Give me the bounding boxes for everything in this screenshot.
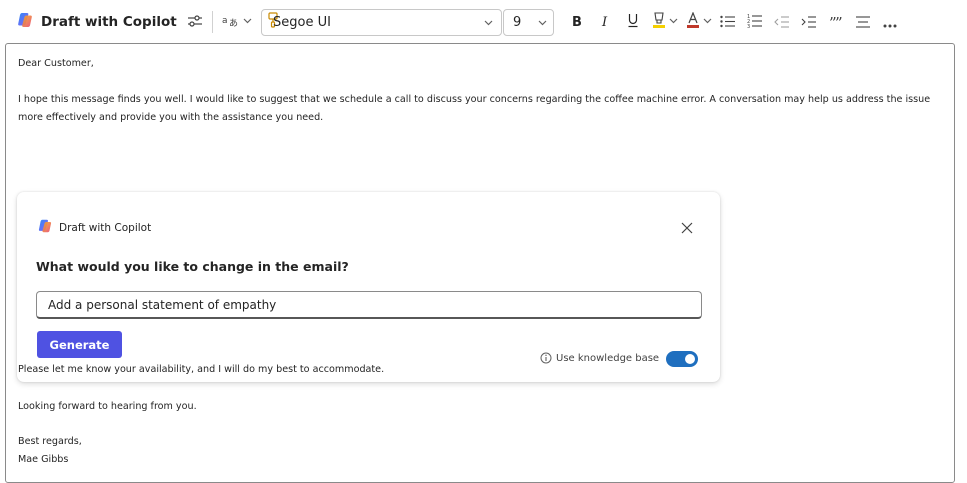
adjust-icon — [187, 13, 203, 32]
underline-icon — [627, 13, 639, 32]
draft-with-copilot-button[interactable]: Draft with Copilot — [16, 7, 177, 37]
increase-indent-icon — [801, 13, 817, 32]
highlight-button[interactable] — [652, 8, 678, 36]
svg-text:あ: あ — [229, 18, 238, 28]
close-card-button[interactable] — [681, 219, 693, 238]
email-editor[interactable]: Dear Customer, I hope this message finds… — [5, 43, 955, 483]
chevron-down-icon — [243, 17, 252, 27]
align-icon — [855, 13, 871, 32]
align-button[interactable] — [854, 8, 872, 36]
knowledge-base-toggle-row: Use knowledge base — [540, 349, 699, 368]
more-options-button[interactable] — [881, 8, 899, 36]
copilot-button-label: Draft with Copilot — [41, 14, 177, 30]
bullet-list-button[interactable] — [719, 8, 737, 36]
font-size-value: 9 — [513, 15, 522, 30]
formatting-toolbar: Draft with Copilot aあ Segoe UI 9 B I 1 2… — [0, 0, 967, 44]
font-color-icon — [686, 11, 700, 32]
svg-text:B: B — [572, 15, 582, 28]
copilot-logo-icon — [37, 218, 53, 238]
font-family-select[interactable]: Segoe UI — [261, 9, 502, 36]
numbered-list-icon: 123 — [747, 13, 763, 32]
bold-button[interactable]: B — [568, 8, 586, 36]
svg-text:3: 3 — [747, 24, 750, 28]
email-greeting: Dear Customer, — [18, 58, 94, 69]
email-body-paragraph-2: Please let me know your availability, an… — [18, 364, 385, 375]
copilot-card-header: Draft with Copilot — [37, 218, 151, 238]
svg-text:a: a — [222, 16, 228, 26]
quote-button[interactable]: ”” — [827, 8, 845, 36]
svg-text:I: I — [601, 15, 608, 28]
email-body-paragraph-3: Looking forward to hearing from you. — [18, 401, 197, 412]
font-color-button[interactable] — [686, 8, 712, 36]
italic-button[interactable]: I — [597, 8, 615, 36]
font-size-select[interactable]: 9 — [503, 9, 554, 36]
email-closing: Best regards, — [18, 436, 82, 447]
copilot-card-title: Draft with Copilot — [59, 222, 152, 234]
info-icon[interactable] — [540, 349, 552, 368]
close-icon — [681, 219, 693, 238]
chevron-down-icon — [484, 15, 493, 30]
knowledge-base-label: Use knowledge base — [556, 353, 660, 364]
more-icon — [883, 13, 897, 32]
email-signature: Mae Gibbs — [18, 454, 69, 465]
generate-button[interactable]: Generate — [37, 331, 122, 358]
translate-button[interactable]: aあ — [222, 8, 252, 36]
copilot-question: What would you like to change in the ema… — [36, 259, 349, 274]
bold-icon: B — [571, 13, 583, 32]
chevron-down-icon — [669, 17, 678, 27]
toggle-knob — [685, 353, 696, 364]
underline-button[interactable] — [624, 8, 642, 36]
bullet-list-icon — [720, 13, 736, 32]
adjust-draft-button[interactable] — [183, 8, 207, 36]
translate-icon: aあ — [222, 13, 240, 32]
increase-indent-button[interactable] — [800, 8, 818, 36]
font-family-value: Segoe UI — [273, 15, 331, 30]
copilot-draft-card: Draft with Copilot What would you like t… — [17, 192, 720, 382]
copilot-logo-icon — [16, 11, 34, 33]
toolbar-divider — [211, 11, 213, 33]
knowledge-base-toggle[interactable] — [666, 350, 699, 367]
quote-icon: ”” — [829, 13, 843, 32]
numbered-list-button[interactable]: 123 — [746, 8, 764, 36]
italic-icon: I — [600, 13, 612, 32]
highlight-icon — [652, 12, 666, 32]
email-body-paragraph-1: I hope this message finds you well. I wo… — [18, 94, 931, 123]
decrease-indent-button[interactable] — [773, 8, 791, 36]
chevron-down-icon — [538, 15, 547, 30]
svg-text:”: ” — [835, 16, 843, 28]
decrease-indent-icon — [774, 13, 790, 32]
change-prompt-input[interactable] — [36, 291, 702, 319]
text-format-group: B I 123 ”” — [568, 8, 899, 36]
chevron-down-icon — [703, 17, 712, 27]
